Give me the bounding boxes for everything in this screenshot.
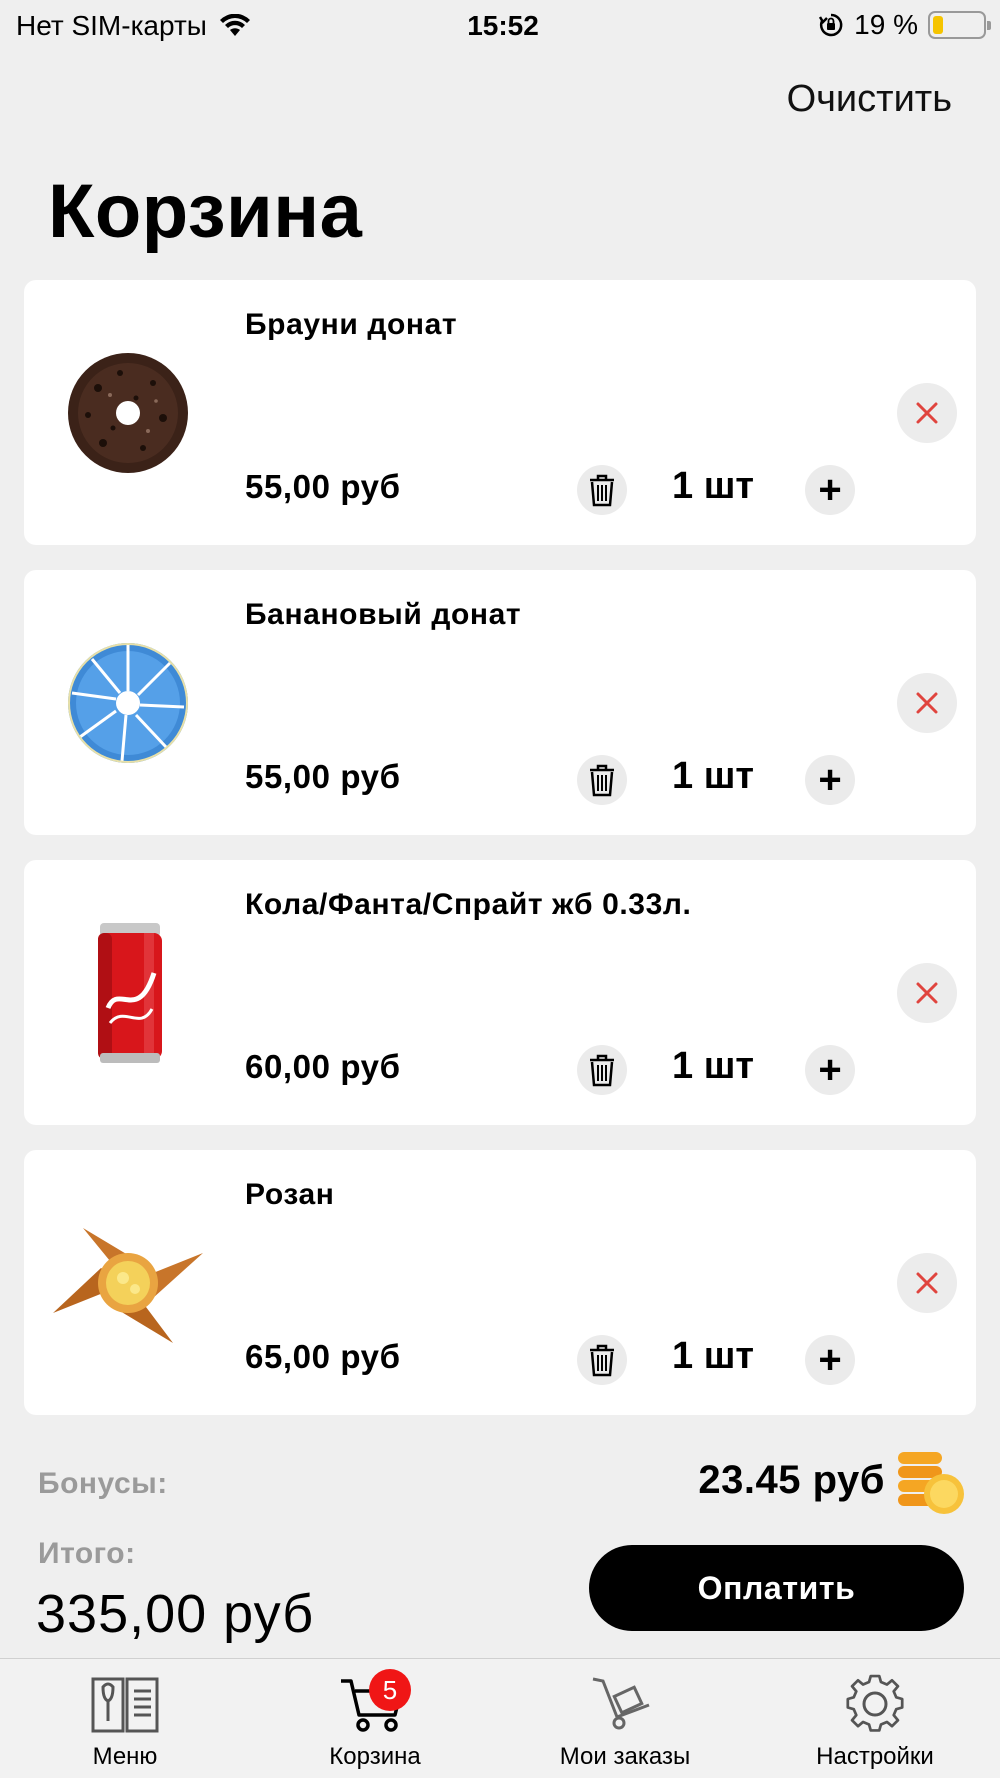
tab-my-orders[interactable]: Мои заказы — [500, 1659, 750, 1778]
tab-settings[interactable]: Настройки — [750, 1659, 1000, 1778]
item-quantity: 1 шт — [672, 465, 754, 507]
increase-button[interactable]: + — [805, 1335, 855, 1385]
remove-item-button[interactable] — [897, 673, 957, 733]
item-price: 55,00 руб — [245, 758, 401, 795]
item-quantity: 1 шт — [672, 1045, 754, 1087]
coins-icon — [898, 1452, 964, 1514]
total-value: 335,00 руб — [36, 1584, 315, 1644]
trash-icon — [590, 1344, 614, 1377]
battery-icon — [928, 11, 991, 39]
item-name: Брауни донат — [245, 308, 458, 341]
hand-truck-icon — [589, 1673, 661, 1735]
decrease-button[interactable] — [577, 755, 627, 805]
tab-label: Корзина — [329, 1743, 421, 1770]
product-image-rozan-pastry — [40, 1195, 215, 1370]
menu-book-icon — [89, 1673, 161, 1735]
status-right: 19 % — [818, 9, 991, 41]
tab-label: Настройки — [816, 1743, 934, 1770]
close-icon — [916, 1272, 938, 1294]
close-icon — [916, 402, 938, 424]
cart-icon: 5 — [339, 1669, 411, 1735]
tab-menu[interactable]: Меню — [0, 1659, 250, 1778]
cart-badge: 5 — [369, 1669, 411, 1711]
bonus-label: Бонусы: — [38, 1467, 168, 1500]
gear-icon — [839, 1673, 911, 1735]
item-quantity: 1 шт — [672, 755, 754, 797]
remove-item-button[interactable] — [897, 383, 957, 443]
status-bar: Нет SIM-карты 15:52 19 % — [0, 0, 1000, 50]
remove-item-button[interactable] — [897, 963, 957, 1023]
cart-list: Брауни донат 55,00 руб 1 шт + Банановый … — [24, 280, 976, 1440]
increase-button[interactable]: + — [805, 465, 855, 515]
tab-label: Мои заказы — [559, 1743, 691, 1770]
product-image-cola-can — [40, 905, 215, 1080]
item-price: 55,00 руб — [245, 468, 401, 505]
close-icon — [916, 982, 938, 1004]
close-icon — [916, 692, 938, 714]
clear-cart-button[interactable]: Очистить — [787, 78, 952, 121]
increase-button[interactable]: + — [805, 1045, 855, 1095]
plus-icon: + — [818, 1338, 842, 1382]
decrease-button[interactable] — [577, 1045, 627, 1095]
item-name: Банановый донат — [245, 598, 522, 631]
plus-icon: + — [818, 758, 842, 802]
cart-item: Розан 65,00 руб 1 шт + — [24, 1150, 976, 1415]
item-quantity: 1 шт — [672, 1335, 754, 1377]
decrease-button[interactable] — [577, 1335, 627, 1385]
cart-item: Банановый донат 55,00 руб 1 шт + — [24, 570, 976, 835]
item-name: Кола/Фанта/Спрайт жб 0.33л. — [245, 888, 692, 921]
item-name: Розан — [245, 1178, 335, 1211]
pay-button[interactable]: Оплатить — [589, 1545, 964, 1631]
cart-item: Кола/Фанта/Спрайт жб 0.33л. 60,00 руб 1 … — [24, 860, 976, 1125]
remove-item-button[interactable] — [897, 1253, 957, 1313]
cart-item: Брауни донат 55,00 руб 1 шт + — [24, 280, 976, 545]
tab-label: Меню — [92, 1743, 158, 1770]
product-image-brownie-donut — [40, 325, 215, 500]
trash-icon — [590, 474, 614, 507]
tab-cart[interactable]: 5 Корзина — [250, 1659, 500, 1778]
bonus-value: 23.45 руб — [698, 1458, 885, 1502]
plus-icon: + — [818, 468, 842, 512]
total-label: Итого: — [38, 1537, 136, 1570]
trash-icon — [590, 764, 614, 797]
battery-level — [933, 16, 943, 34]
increase-button[interactable]: + — [805, 755, 855, 805]
trash-icon — [590, 1054, 614, 1087]
item-price: 65,00 руб — [245, 1338, 401, 1375]
item-price: 60,00 руб — [245, 1048, 401, 1085]
product-image-banana-donut — [40, 615, 215, 790]
orientation-lock-icon — [819, 13, 843, 37]
tab-bar: Меню 5 Корзина Мои заказы Настройки — [0, 1658, 1000, 1778]
decrease-button[interactable] — [577, 465, 627, 515]
battery-percent: 19 % — [854, 9, 918, 40]
plus-icon: + — [818, 1048, 842, 1092]
page-title: Корзина — [48, 169, 363, 254]
